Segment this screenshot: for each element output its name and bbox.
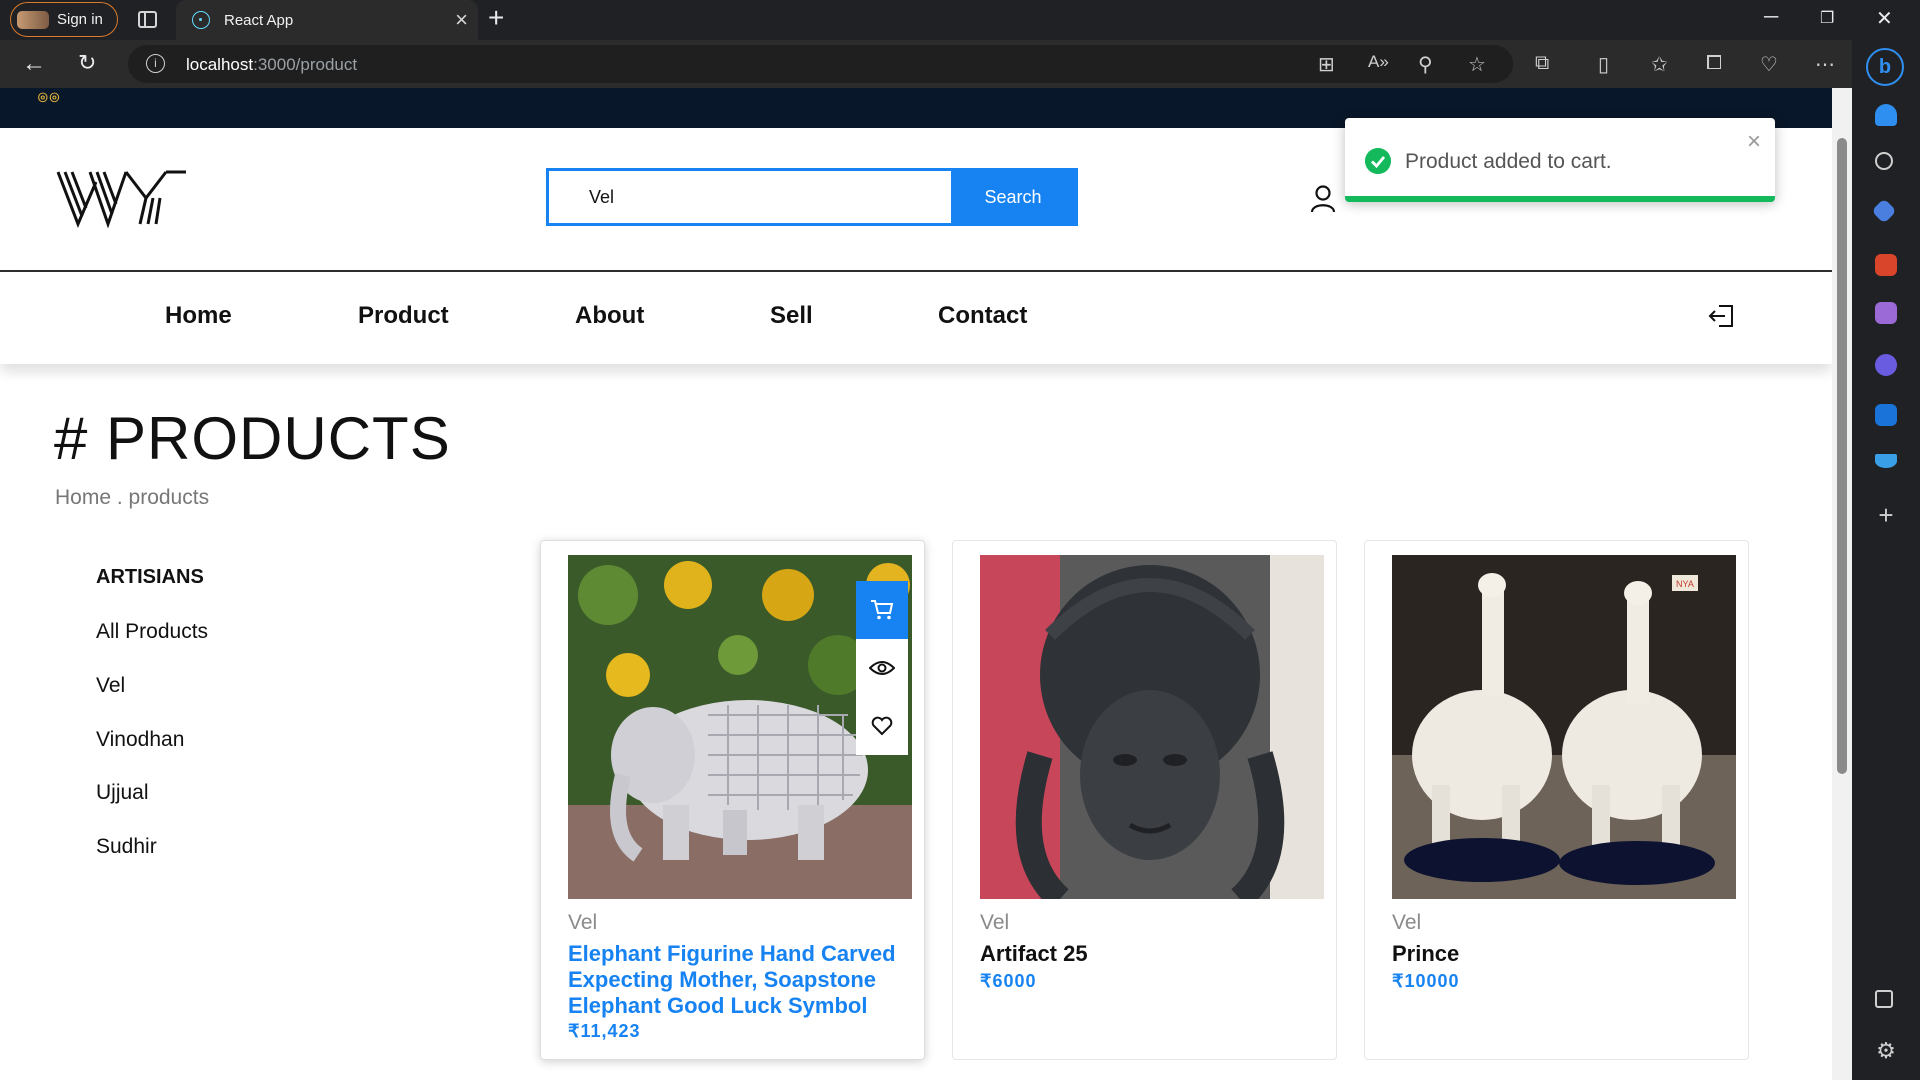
- nav-product[interactable]: Product: [358, 302, 449, 330]
- restore-icon[interactable]: ❐: [1820, 8, 1834, 28]
- react-favicon-icon: [192, 11, 210, 29]
- tab-actions-icon[interactable]: [138, 11, 157, 28]
- copilot-icon[interactable]: b: [1866, 48, 1904, 86]
- product-title[interactable]: Artifact 25: [980, 941, 1320, 967]
- back-icon[interactable]: ←: [22, 50, 46, 78]
- search-button[interactable]: Search: [951, 171, 1075, 223]
- product-vendor: Vel: [1392, 911, 1422, 934]
- artisan-ujjual[interactable]: Ujjual: [96, 781, 149, 805]
- nav-about[interactable]: About: [575, 302, 644, 330]
- toast-message: Product added to cart.: [1405, 150, 1612, 173]
- truck-icon: ⌾⌾: [38, 90, 62, 107]
- new-tab-icon[interactable]: +: [488, 2, 504, 34]
- product-image-artifact[interactable]: [980, 555, 1324, 899]
- outlook-icon[interactable]: [1875, 404, 1897, 426]
- browser-tab[interactable]: React App ×: [176, 0, 478, 40]
- product-price: ₹11,423: [568, 1021, 641, 1041]
- logout-icon[interactable]: [1706, 301, 1736, 331]
- search-input[interactable]: [549, 171, 951, 223]
- browser-essentials-icon[interactable]: ♡: [1760, 52, 1778, 77]
- drop-icon[interactable]: [1875, 454, 1897, 468]
- nav-home[interactable]: Home: [165, 302, 232, 330]
- nav-sell[interactable]: Sell: [770, 302, 813, 330]
- product-price: ₹10000: [1392, 971, 1460, 991]
- tools-briefcase-icon[interactable]: [1875, 254, 1897, 276]
- breadcrumb[interactable]: Home . products: [55, 486, 209, 510]
- minimize-icon[interactable]: ─: [1764, 6, 1778, 29]
- artisan-vinodhan[interactable]: Vinodhan: [96, 728, 184, 752]
- sidebar-settings-icon[interactable]: ⚙: [1875, 1040, 1897, 1062]
- toast-close-icon[interactable]: ×: [1747, 128, 1761, 156]
- split-screen-icon[interactable]: ▯: [1598, 52, 1609, 77]
- add-sidebar-app-icon[interactable]: +: [1875, 502, 1897, 528]
- games-icon[interactable]: [1875, 302, 1897, 324]
- product-card[interactable]: NYA Vel Prince ₹10000: [1364, 540, 1749, 1060]
- product-vendor: Vel: [568, 911, 598, 934]
- artisan-sudhir[interactable]: Sudhir: [96, 835, 157, 859]
- site-logo[interactable]: [56, 168, 188, 228]
- collections-icon[interactable]: ⧠: [1706, 52, 1722, 75]
- profile-avatar: [17, 10, 49, 29]
- wishlist-button[interactable]: [856, 697, 908, 755]
- sign-in-button[interactable]: Sign in: [10, 2, 118, 37]
- nav-contact[interactable]: Contact: [938, 302, 1027, 330]
- artisan-all-products[interactable]: All Products: [96, 620, 208, 644]
- main-nav: Home Product About Sell Contact: [0, 272, 1832, 364]
- hide-sidebar-icon[interactable]: [1875, 990, 1893, 1008]
- product-actions: [856, 581, 908, 755]
- address-bar[interactable]: i localhost:3000/product: [128, 45, 1513, 83]
- product-title[interactable]: Elephant Figurine Hand Carved Expecting …: [568, 941, 908, 1019]
- toast-progress-bar: [1345, 196, 1775, 202]
- refresh-icon[interactable]: ↻: [78, 50, 96, 76]
- zoom-icon[interactable]: ⚲: [1418, 52, 1433, 77]
- svg-text:NYA: NYA: [1676, 579, 1694, 589]
- user-account-icon[interactable]: [1308, 184, 1338, 214]
- sign-in-label: Sign in: [57, 11, 103, 28]
- quick-view-button[interactable]: [856, 639, 908, 697]
- success-check-icon: [1365, 148, 1391, 174]
- extensions-icon[interactable]: ⧉: [1535, 52, 1549, 75]
- heart-icon: [871, 716, 893, 736]
- favorites-icon[interactable]: ✩: [1651, 52, 1668, 77]
- page-title: # PRODUCTS: [54, 405, 451, 472]
- edge-sidebar: b: [1852, 40, 1920, 1080]
- product-price: ₹6000: [980, 971, 1037, 991]
- cart-icon: [871, 600, 894, 620]
- window-close-icon[interactable]: ✕: [1876, 6, 1893, 31]
- add-to-cart-button[interactable]: [856, 581, 908, 639]
- microsoft365-icon[interactable]: [1875, 354, 1897, 376]
- more-menu-icon[interactable]: ⋯: [1815, 52, 1835, 77]
- notifications-icon[interactable]: [1875, 104, 1897, 126]
- url-text: localhost:3000/product: [186, 55, 358, 74]
- scrollbar-thumb[interactable]: [1837, 138, 1847, 774]
- product-title[interactable]: Prince: [1392, 941, 1732, 967]
- product-image-prince[interactable]: NYA: [1392, 555, 1736, 899]
- close-tab-icon[interactable]: ×: [455, 7, 468, 33]
- browser-tab-bar: Sign in React App × + ─ ❐ ✕: [0, 0, 1920, 40]
- eye-icon: [869, 661, 895, 675]
- product-card[interactable]: Vel Artifact 25 ₹6000: [952, 540, 1337, 1060]
- favorite-star-icon[interactable]: ☆: [1468, 52, 1486, 77]
- artisan-vel[interactable]: Vel: [96, 674, 125, 698]
- sidebar-search-icon[interactable]: [1875, 152, 1893, 170]
- tab-title: React App: [224, 11, 294, 29]
- read-aloud-icon[interactable]: A»: [1368, 52, 1389, 72]
- product-vendor: Vel: [980, 911, 1010, 934]
- app-available-icon[interactable]: ⊞: [1318, 52, 1335, 77]
- toast-notification: Product added to cart. ×: [1345, 118, 1775, 202]
- page-viewport: ⌾⌾ Search Home Product About Sell Contac…: [0, 88, 1832, 1080]
- product-search: Search: [546, 168, 1078, 226]
- artisans-heading: ARTISIANS: [96, 566, 204, 588]
- site-info-icon[interactable]: i: [146, 54, 165, 73]
